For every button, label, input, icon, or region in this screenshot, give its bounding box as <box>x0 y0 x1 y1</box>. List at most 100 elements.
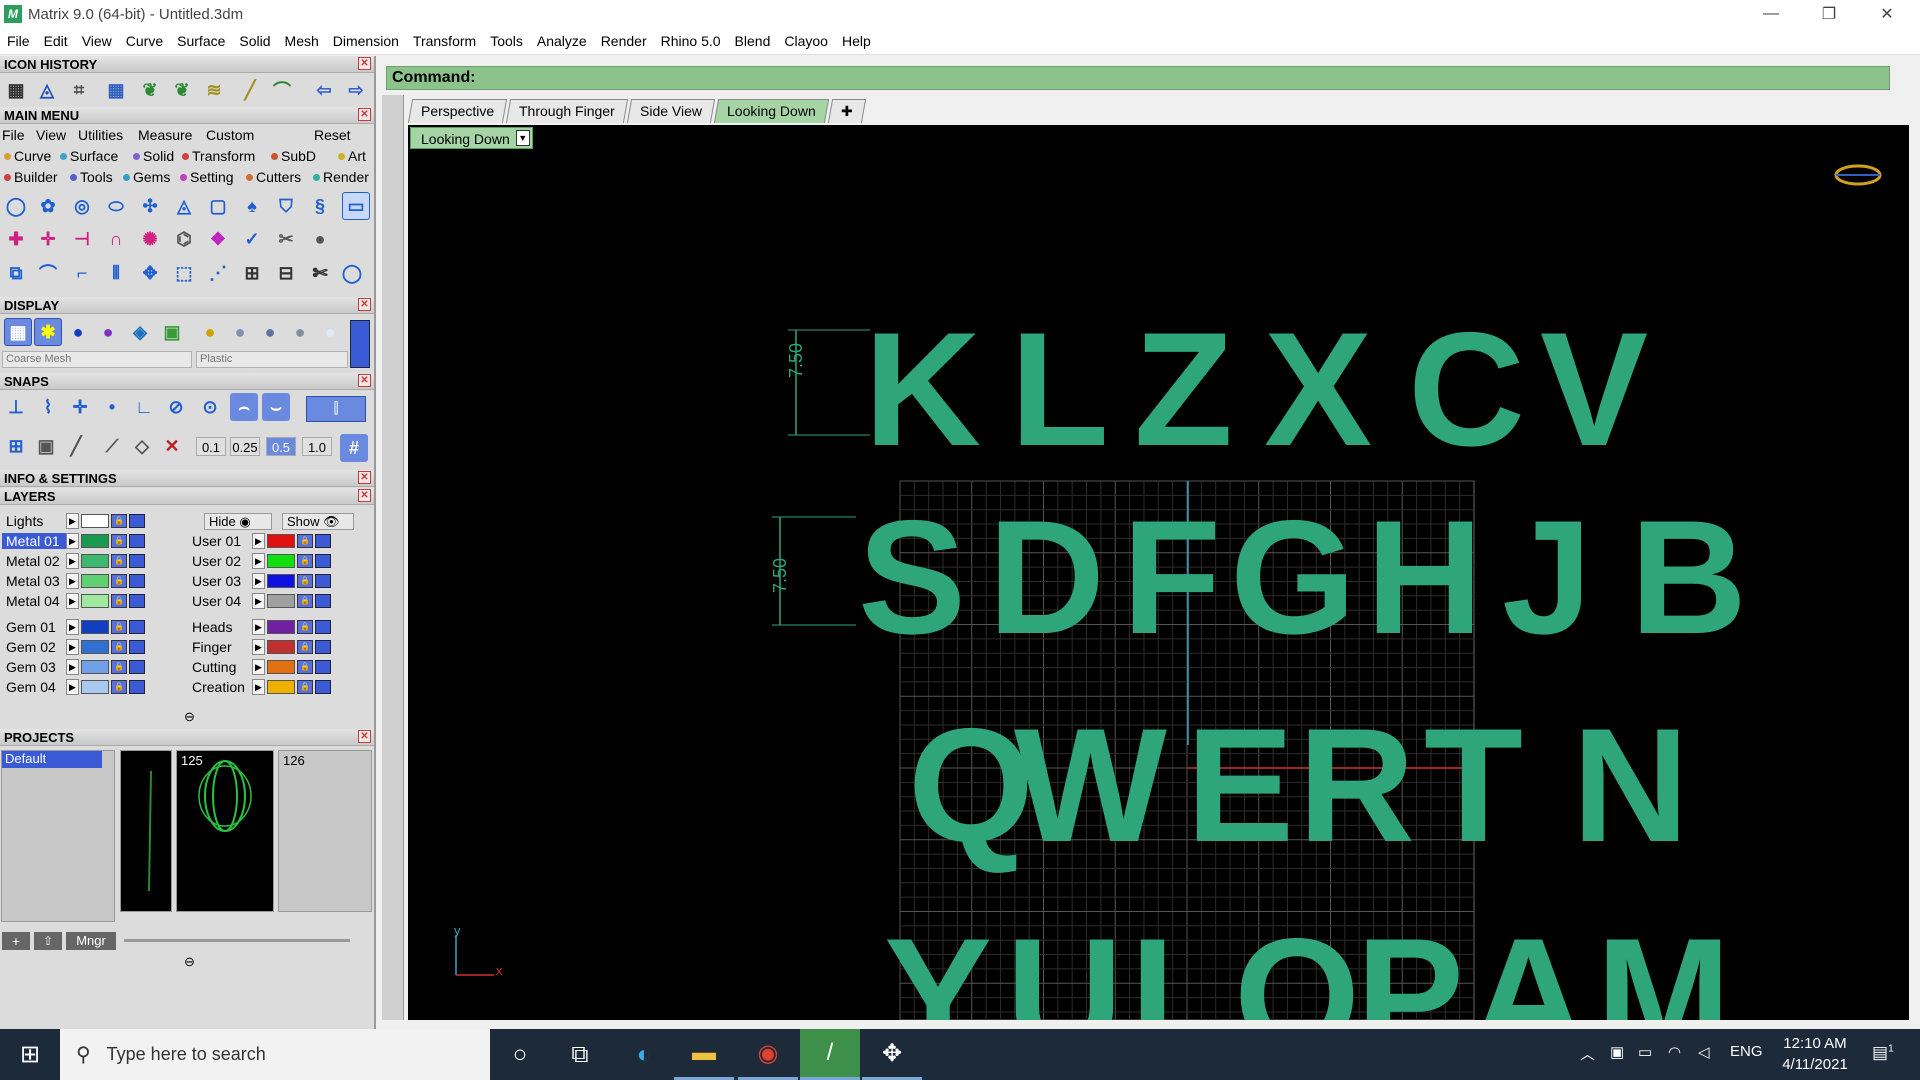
collapse-chevron-icon[interactable]: ⊖ <box>184 954 195 970</box>
matrix-app-icon[interactable]: / <box>800 1029 860 1080</box>
end-snap-icon[interactable]: ⌣ <box>262 393 290 421</box>
trim-tool-icon[interactable]: ✄ <box>306 259 334 287</box>
visibility-icon[interactable] <box>315 680 331 694</box>
cat-builder[interactable]: Builder <box>4 169 58 185</box>
plane-snap-icon[interactable]: ◇ <box>128 432 156 460</box>
shaded-icon[interactable]: ✱ <box>34 318 62 346</box>
history-icon-1[interactable]: ▦ <box>2 76 30 104</box>
visibility-icon[interactable] <box>315 574 331 588</box>
layer-color[interactable] <box>81 620 109 634</box>
layer-name[interactable]: User 04 <box>188 593 252 609</box>
history-icon-9[interactable]: ⌒ <box>268 76 296 104</box>
line-snap-icon[interactable]: ╱ <box>62 432 90 460</box>
text-letter[interactable]: B <box>1630 497 1747 659</box>
cat-transform[interactable]: Transform <box>182 148 255 164</box>
layer-name[interactable]: Gem 02 <box>2 639 66 655</box>
layer-row[interactable]: User 03 ▶ 🔒 <box>188 572 333 590</box>
mm-measure[interactable]: Measure <box>138 127 192 143</box>
wireframe-icon[interactable]: ▦ <box>4 318 32 346</box>
command-bar[interactable]: Command: <box>386 66 1890 90</box>
panel-tool-icon[interactable]: ▭ <box>342 192 370 220</box>
circle-tool-icon[interactable]: ◯ <box>2 192 30 220</box>
layer-color[interactable] <box>81 534 109 548</box>
fillet-tool-icon[interactable]: ⌐ <box>68 259 96 287</box>
lock-icon[interactable]: 🔒 <box>111 554 127 568</box>
pave-tool-icon[interactable]: ❖ <box>204 225 232 253</box>
history-icon-2[interactable]: ◬ <box>33 76 61 104</box>
menu-surface[interactable]: Surface <box>170 33 232 49</box>
text-letter[interactable]: A <box>1470 915 1587 1021</box>
history-icon-7[interactable]: ≋ <box>200 76 228 104</box>
expand-arrow-icon[interactable]: ▶ <box>66 639 79 655</box>
cat-art[interactable]: Art <box>338 148 366 164</box>
cat-render[interactable]: Render <box>313 169 369 185</box>
sphere-tool-icon[interactable]: ● <box>306 225 334 253</box>
visibility-icon[interactable] <box>129 620 145 634</box>
menu-transform[interactable]: Transform <box>406 33 483 49</box>
close-button[interactable]: ✕ <box>1858 0 1916 28</box>
menu-edit[interactable]: Edit <box>37 33 75 49</box>
visibility-icon[interactable] <box>315 640 331 654</box>
manager-button[interactable]: Mngr <box>66 932 116 950</box>
notifications-icon[interactable]: ▤1 <box>1872 1043 1894 1063</box>
s-tool-icon[interactable]: § <box>306 192 334 220</box>
history-icon-8[interactable]: ╱ <box>236 76 264 104</box>
menu-clayoo[interactable]: Clayoo <box>777 33 835 49</box>
close-icon[interactable]: ✕ <box>358 374 371 387</box>
ring-tool-icon[interactable]: ◎ <box>68 192 96 220</box>
language-indicator[interactable]: ENG <box>1730 1043 1763 1060</box>
mm-view[interactable]: View <box>36 127 66 143</box>
layer-color[interactable] <box>81 514 109 528</box>
tab-side-view[interactable]: Side View <box>626 99 716 123</box>
layer-name[interactable]: User 03 <box>188 573 252 589</box>
wifi-icon[interactable]: ◠ <box>1668 1043 1681 1061</box>
grid-snap-icon[interactable]: ⊥ <box>2 393 30 421</box>
cat-cutters[interactable]: Cutters <box>246 169 301 185</box>
restore-button[interactable]: ❐ <box>1800 0 1858 28</box>
text-letter[interactable]: P <box>1356 915 1464 1021</box>
expand-arrow-icon[interactable]: ▶ <box>252 573 265 589</box>
layer-color[interactable] <box>81 680 109 694</box>
forward-arrow-icon[interactable]: ⇨ <box>342 76 370 104</box>
text-letter[interactable]: E <box>1186 705 1294 867</box>
visibility-icon[interactable] <box>129 660 145 674</box>
lights-row[interactable]: Lights ▶ 🔒 <box>2 512 147 530</box>
snap-0-25[interactable]: 0.25 <box>230 437 260 456</box>
display-slider[interactable] <box>350 320 370 368</box>
expand-arrow-icon[interactable]: ▶ <box>66 553 79 569</box>
viewport-looking-down[interactable]: 7.50 7.50 y x KLZXCVSDFGHJBQWERTNYUIOPAM <box>408 125 1909 1020</box>
menu-tools[interactable]: Tools <box>483 33 530 49</box>
menu-analyze[interactable]: Analyze <box>530 33 594 49</box>
expand-arrow-icon[interactable]: ▶ <box>66 573 79 589</box>
visibility-icon[interactable] <box>129 534 145 548</box>
cat-subd[interactable]: SubD <box>271 148 316 164</box>
tray-chevron-icon[interactable]: ︿ <box>1580 1043 1595 1064</box>
project-thumb-0[interactable] <box>120 750 172 912</box>
grid-icon[interactable]: ⊞ <box>2 432 30 460</box>
layer-name[interactable]: Finger <box>188 639 252 655</box>
text-letter[interactable]: M <box>1596 915 1731 1021</box>
layer-name[interactable]: Gem 01 <box>2 619 66 635</box>
minimize-button[interactable]: — <box>1742 0 1800 28</box>
bend-tool-icon[interactable]: ∩ <box>102 225 130 253</box>
expand-arrow-icon[interactable]: ▶ <box>252 619 265 635</box>
layer-row[interactable]: Gem 02 ▶ 🔒 <box>2 638 147 656</box>
lock-icon[interactable]: 🔒 <box>111 660 127 674</box>
visibility-icon[interactable] <box>129 514 145 528</box>
star-tool-icon[interactable]: ✺ <box>136 225 164 253</box>
bezel-tool-icon[interactable]: ⛉ <box>272 192 300 220</box>
visibility-icon[interactable] <box>129 554 145 568</box>
gem-tool-icon[interactable]: ◬ <box>170 192 198 220</box>
project-default[interactable]: Default <box>2 751 102 768</box>
menu-view[interactable]: View <box>75 33 119 49</box>
history-icon-4[interactable]: ▦ <box>102 76 130 104</box>
collapse-chevron-icon[interactable]: ⊖ <box>184 709 195 725</box>
layer-color[interactable] <box>267 620 295 634</box>
volume-icon[interactable]: ◁ <box>1698 1043 1710 1061</box>
visibility-icon[interactable] <box>315 534 331 548</box>
layer-row[interactable]: Metal 03 ▶ 🔒 <box>2 572 147 590</box>
mm-utilities[interactable]: Utilities <box>78 127 123 143</box>
layer-row[interactable]: Gem 04 ▶ 🔒 <box>2 678 147 696</box>
file-explorer-icon[interactable]: ▬ <box>674 1029 734 1080</box>
align-tool-icon[interactable]: ⧉ <box>2 259 30 287</box>
